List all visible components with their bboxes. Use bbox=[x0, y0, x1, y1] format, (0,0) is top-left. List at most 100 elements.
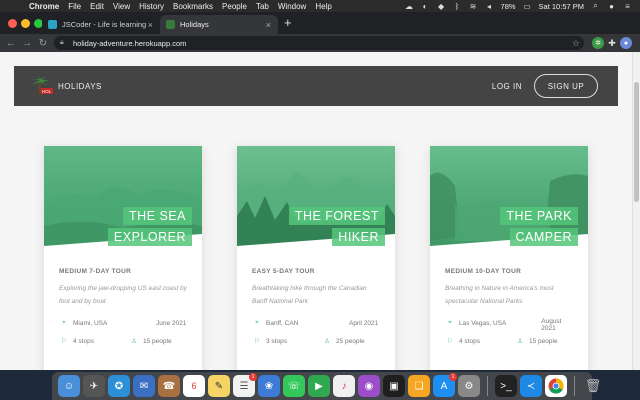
address-url[interactable]: holiday-adventure.herokuapp.com bbox=[73, 39, 186, 48]
contacts-icon[interactable]: ☎ bbox=[158, 375, 180, 397]
dropbox-icon[interactable]: ◆ bbox=[437, 2, 446, 11]
tour-title-line2: EXPLORER bbox=[107, 228, 192, 246]
bookmark-star-icon[interactable]: ☆ bbox=[572, 38, 580, 49]
macos-dock: ☺ ✈ ✪ ✉ ☎ 6 ✎ ☰ 1 ❀ ☏ ▶ ♪ ◉ ▣ ❏ A 1 ⚙ >_… bbox=[52, 372, 601, 400]
spotlight-icon[interactable]: ⌕ bbox=[591, 1, 600, 10]
user-avatar-icon[interactable]: ● bbox=[607, 2, 616, 11]
vscode-icon[interactable]: ≺ bbox=[520, 375, 542, 397]
signup-button[interactable]: SIGN UP bbox=[534, 74, 598, 98]
system-preferences-icon[interactable]: ⚙ bbox=[458, 375, 480, 397]
chrome-icon[interactable] bbox=[545, 375, 567, 397]
tour-date-text: June 2021 bbox=[156, 319, 187, 327]
tour-card-forest-hiker[interactable]: THE FOREST HIKER EASY 5-DAY TOUR Breatht… bbox=[237, 146, 395, 370]
browser-tabstrip: JSCoder - Life is learning × Holidays × … bbox=[0, 12, 640, 34]
terminal-icon[interactable]: >_ bbox=[495, 375, 517, 397]
podcasts-icon[interactable]: ◉ bbox=[358, 375, 380, 397]
page-scrollbar[interactable] bbox=[632, 52, 640, 370]
scrollbar-thumb[interactable] bbox=[634, 82, 639, 202]
menu-history[interactable]: History bbox=[139, 2, 164, 11]
app-store-icon[interactable]: A 1 bbox=[433, 373, 457, 397]
tour-subheading: MEDIUM 10-DAY TOUR bbox=[445, 268, 522, 275]
cloud-icon[interactable]: ☁ bbox=[405, 2, 414, 11]
tour-card-sea-explorer[interactable]: THE SEA EXPLORER MEDIUM 7-DAY TOUR Explo… bbox=[44, 146, 202, 370]
reminders-badge: 1 bbox=[249, 373, 257, 381]
tour-description: Breathtaking hike through the Canadian B… bbox=[252, 285, 367, 305]
tour-description: Breathing in Nature in America's most sp… bbox=[445, 285, 554, 305]
menu-tab[interactable]: Tab bbox=[256, 2, 269, 11]
svg-text:HOL: HOL bbox=[42, 89, 52, 94]
launchpad-icon[interactable]: ✈ bbox=[83, 375, 105, 397]
user-icon: ♙ bbox=[517, 338, 523, 345]
mail-icon[interactable]: ✉ bbox=[133, 375, 155, 397]
tour-date-text: August 2021 bbox=[541, 318, 562, 332]
tour-people: ♙ 25 people bbox=[322, 336, 365, 346]
tour-title: THE FOREST HIKER bbox=[288, 204, 385, 246]
volume-icon[interactable]: ◂ bbox=[485, 2, 494, 11]
tour-people-text: 25 people bbox=[336, 337, 365, 345]
tab-close-icon[interactable]: × bbox=[148, 20, 153, 30]
back-arrow-icon[interactable]: ← bbox=[3, 38, 19, 49]
lock-icon[interactable]: 🔒︎ bbox=[60, 39, 68, 47]
tour-stops: ⚐ 3 stops bbox=[252, 336, 287, 346]
menu-help[interactable]: Help bbox=[315, 2, 331, 11]
minimize-window-button[interactable] bbox=[21, 19, 30, 28]
tab-jscoder[interactable]: JSCoder - Life is learning × bbox=[42, 15, 160, 34]
books-icon[interactable]: ❏ bbox=[408, 375, 430, 397]
calendar-day: 6 bbox=[191, 381, 197, 391]
menu-app-name[interactable]: Chrome bbox=[29, 2, 59, 11]
forward-arrow-icon[interactable]: → bbox=[19, 38, 35, 49]
battery-icon[interactable]: ▭ bbox=[523, 2, 532, 11]
menu-view[interactable]: View bbox=[113, 2, 130, 11]
tour-date: August 2021 bbox=[528, 318, 575, 332]
facetime-icon[interactable]: ▶ bbox=[308, 375, 330, 397]
menu-bookmarks[interactable]: Bookmarks bbox=[173, 2, 213, 11]
map-pin-icon: ⌖ bbox=[448, 319, 452, 326]
tour-location-text: Miami, USA bbox=[73, 319, 108, 327]
photos-icon[interactable]: ❀ bbox=[258, 375, 280, 397]
menubar-clock[interactable]: Sat 10:57 PM bbox=[539, 2, 584, 11]
bluetooth-icon[interactable]: ᛒ bbox=[453, 2, 462, 11]
menu-window[interactable]: Window bbox=[278, 2, 306, 11]
puzzle-extensions-icon[interactable]: ✚ bbox=[606, 37, 618, 49]
address-bar[interactable]: 🔒︎ holiday-adventure.herokuapp.com ☆ bbox=[54, 36, 584, 50]
control-center-icon[interactable]: ≡ bbox=[623, 2, 632, 11]
tab-holidays[interactable]: Holidays × bbox=[160, 15, 278, 34]
tour-people-text: 15 people bbox=[143, 337, 172, 345]
tv-icon[interactable]: ▣ bbox=[383, 375, 405, 397]
tour-stops-text: 3 stops bbox=[266, 337, 287, 345]
tour-card-park-camper[interactable]: THE PARK CAMPER MEDIUM 10-DAY TOUR Breat… bbox=[430, 146, 588, 370]
tour-stops-text: 4 stops bbox=[459, 337, 480, 345]
profile-avatar-icon[interactable]: ● bbox=[620, 37, 632, 49]
music-icon[interactable]: ♪ bbox=[333, 375, 355, 397]
new-tab-button[interactable]: + bbox=[284, 16, 292, 29]
tour-title-line1: THE SEA bbox=[123, 207, 192, 225]
map-pin-icon: ⌖ bbox=[255, 319, 259, 326]
finder-icon[interactable]: ☺ bbox=[58, 375, 80, 397]
notes-icon[interactable]: ✎ bbox=[208, 375, 230, 397]
extension-icon[interactable]: ✲ bbox=[592, 37, 604, 49]
tour-date: June 2021 bbox=[142, 318, 186, 328]
menu-edit[interactable]: Edit bbox=[90, 2, 104, 11]
wifi-icon[interactable]: ≋ bbox=[469, 2, 478, 11]
tour-title-line2: CAMPER bbox=[509, 228, 578, 246]
jscoder-favicon-icon bbox=[48, 20, 57, 29]
calendar-app-icon[interactable]: 6 bbox=[183, 375, 205, 397]
logo-text[interactable]: HOLIDAYS bbox=[58, 82, 102, 91]
battery-percent: 78% bbox=[500, 1, 516, 11]
flag-icon: ⚐ bbox=[254, 338, 260, 345]
user-icon: ♙ bbox=[324, 338, 330, 345]
palm-logo-icon[interactable]: HOL bbox=[28, 76, 54, 96]
close-window-button[interactable] bbox=[8, 19, 17, 28]
tour-date: April 2021 bbox=[335, 318, 378, 328]
tour-people-text: 15 people bbox=[529, 337, 558, 345]
siri-icon[interactable]: ◐ bbox=[421, 2, 430, 11]
safari-icon[interactable]: ✪ bbox=[108, 375, 130, 397]
menu-file[interactable]: File bbox=[68, 2, 81, 11]
reload-icon[interactable]: ↻ bbox=[35, 38, 51, 49]
messages-icon[interactable]: ☏ bbox=[283, 375, 305, 397]
login-link[interactable]: LOG IN bbox=[492, 82, 522, 91]
menu-people[interactable]: People bbox=[222, 2, 247, 11]
trash-icon[interactable]: 🗑︎ bbox=[582, 375, 604, 397]
reminders-icon[interactable]: ☰ 1 bbox=[233, 373, 257, 397]
tab-close-icon[interactable]: × bbox=[266, 20, 271, 30]
